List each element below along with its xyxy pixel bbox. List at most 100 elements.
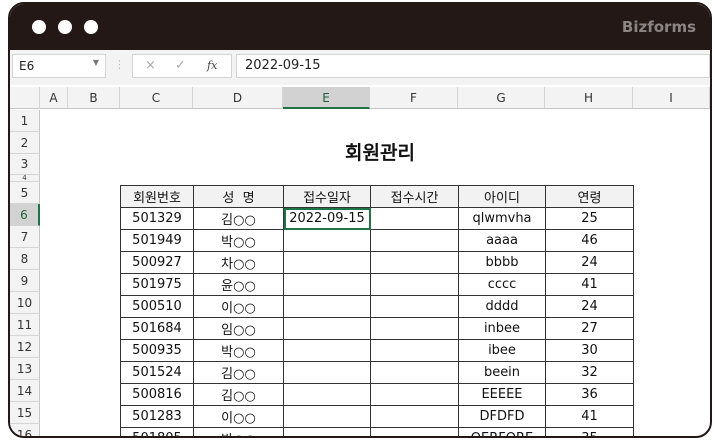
enter-icon[interactable]: ✓ <box>175 58 186 73</box>
table-cell[interactable] <box>283 295 371 318</box>
table-cell[interactable] <box>283 427 371 436</box>
table-cell[interactable]: 차○○ <box>193 251 284 274</box>
row-header-4[interactable]: 4 <box>10 175 40 182</box>
table-cell[interactable]: 36 <box>545 383 634 406</box>
table-cell[interactable]: 501684 <box>120 317 194 340</box>
table-cell[interactable]: 30 <box>545 339 634 362</box>
column-header-B[interactable]: B <box>68 87 120 109</box>
row-header-2[interactable]: 2 <box>10 132 40 154</box>
table-cell[interactable] <box>283 317 371 340</box>
table-cell[interactable]: inbee <box>458 317 546 340</box>
table-cell[interactable]: 2022-09-15 <box>283 207 371 230</box>
table-cell[interactable]: ibee <box>458 339 546 362</box>
table-cell[interactable] <box>370 295 459 318</box>
table-cell[interactable]: 501329 <box>120 207 194 230</box>
table-cell[interactable]: 500927 <box>120 251 194 274</box>
table-cell[interactable]: 41 <box>545 273 634 296</box>
table-cell[interactable]: 27 <box>545 317 634 340</box>
table-cell[interactable]: 500510 <box>120 295 194 318</box>
table-cell[interactable]: 박○○ <box>193 229 284 252</box>
table-cell[interactable]: 501805 <box>120 427 194 436</box>
column-header-D[interactable]: D <box>193 87 283 109</box>
table-cell[interactable] <box>370 251 459 274</box>
table-cell[interactable] <box>283 405 371 428</box>
table-cell[interactable]: DFDFD <box>458 405 546 428</box>
column-header-H[interactable]: H <box>545 87 633 109</box>
row-header-10[interactable]: 10 <box>10 292 40 314</box>
table-cell[interactable]: beein <box>458 361 546 384</box>
table-cell[interactable]: EEEEE <box>458 383 546 406</box>
formula-input[interactable]: 2022-09-15 <box>236 54 710 78</box>
column-header-I[interactable]: I <box>633 87 710 109</box>
table-cell[interactable]: 24 <box>545 295 634 318</box>
column-header-E[interactable]: E <box>283 87 370 109</box>
table-cell[interactable]: 박○○ <box>193 339 284 362</box>
table-cell[interactable] <box>370 427 459 436</box>
table-cell[interactable]: bbbb <box>458 251 546 274</box>
table-cell[interactable] <box>370 405 459 428</box>
table-cell[interactable] <box>370 317 459 340</box>
table-cell[interactable]: 35 <box>545 427 634 436</box>
row-header-7[interactable]: 7 <box>10 226 40 248</box>
chevron-down-icon[interactable]: ▼ <box>93 58 99 67</box>
row-header-3[interactable]: 3 <box>10 154 40 175</box>
column-label[interactable]: 회원번호 <box>120 185 194 208</box>
table-cell[interactable]: 32 <box>545 361 634 384</box>
table-cell[interactable]: 500935 <box>120 339 194 362</box>
column-label[interactable]: 성 명 <box>193 185 284 208</box>
cancel-icon[interactable]: × <box>145 58 156 73</box>
table-cell[interactable]: 임○○ <box>193 317 284 340</box>
table-cell[interactable] <box>283 251 371 274</box>
table-cell[interactable]: 김○○ <box>193 361 284 384</box>
table-cell[interactable]: 박○○ <box>193 427 284 436</box>
column-label[interactable]: 연령 <box>545 185 634 208</box>
window-dot-icon[interactable] <box>84 20 98 34</box>
select-all-button[interactable] <box>10 87 40 109</box>
table-cell[interactable]: 501949 <box>120 229 194 252</box>
table-cell[interactable]: 24 <box>545 251 634 274</box>
table-cell[interactable]: 이○○ <box>193 295 284 318</box>
table-cell[interactable]: 25 <box>545 207 634 230</box>
table-cell[interactable] <box>283 273 371 296</box>
table-cell[interactable]: QERFQRE <box>458 427 546 436</box>
column-header-G[interactable]: G <box>458 87 545 109</box>
table-cell[interactable] <box>283 339 371 362</box>
window-dot-icon[interactable] <box>58 20 72 34</box>
table-cell[interactable]: 41 <box>545 405 634 428</box>
column-label[interactable]: 접수일자 <box>283 185 371 208</box>
row-header-16[interactable]: 16 <box>10 424 40 436</box>
table-cell[interactable] <box>370 361 459 384</box>
table-cell[interactable] <box>370 273 459 296</box>
row-header-6[interactable]: 6 <box>10 204 40 226</box>
row-header-1[interactable]: 1 <box>10 110 40 132</box>
table-cell[interactable]: 윤○○ <box>193 273 284 296</box>
column-header-F[interactable]: F <box>370 87 458 109</box>
table-cell[interactable] <box>283 383 371 406</box>
table-cell[interactable] <box>283 361 371 384</box>
row-header-5[interactable]: 5 <box>10 182 40 204</box>
table-cell[interactable]: 501283 <box>120 405 194 428</box>
column-header-C[interactable]: C <box>120 87 193 109</box>
row-header-13[interactable]: 13 <box>10 358 40 380</box>
table-cell[interactable]: qlwmvha <box>458 207 546 230</box>
table-cell[interactable]: 46 <box>545 229 634 252</box>
table-cell[interactable]: 501975 <box>120 273 194 296</box>
row-header-11[interactable]: 11 <box>10 314 40 336</box>
row-header-15[interactable]: 15 <box>10 402 40 424</box>
table-cell[interactable]: 김○○ <box>193 207 284 230</box>
table-cell[interactable] <box>370 207 459 230</box>
table-cell[interactable]: aaaa <box>458 229 546 252</box>
table-cell[interactable]: cccc <box>458 273 546 296</box>
table-cell[interactable] <box>370 383 459 406</box>
table-cell[interactable]: 김○○ <box>193 383 284 406</box>
row-header-12[interactable]: 12 <box>10 336 40 358</box>
table-cell[interactable]: 501524 <box>120 361 194 384</box>
column-header-A[interactable]: A <box>40 87 68 109</box>
row-header-9[interactable]: 9 <box>10 270 40 292</box>
table-cell[interactable] <box>370 229 459 252</box>
table-cell[interactable]: dddd <box>458 295 546 318</box>
table-cell[interactable] <box>283 229 371 252</box>
table-cell[interactable] <box>370 339 459 362</box>
row-header-14[interactable]: 14 <box>10 380 40 402</box>
table-cell[interactable]: 이○○ <box>193 405 284 428</box>
